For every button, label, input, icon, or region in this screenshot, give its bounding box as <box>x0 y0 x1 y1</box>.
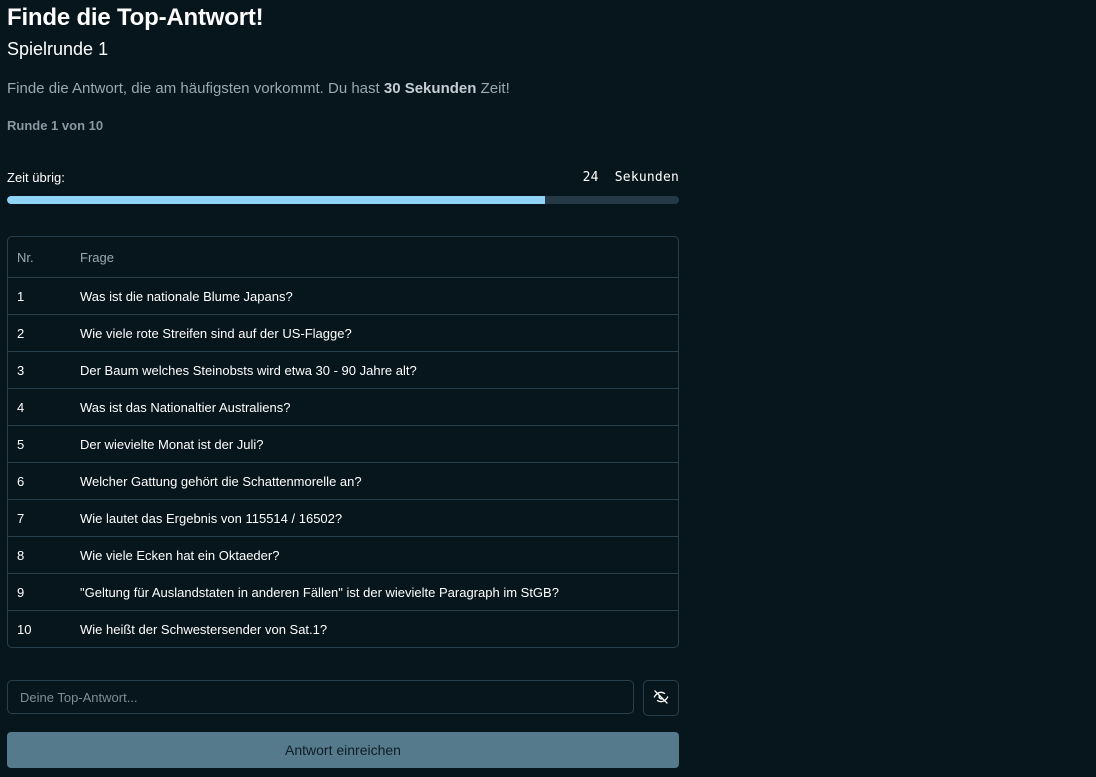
question-text: "Geltung für Auslandstaten in anderen Fä… <box>80 573 678 611</box>
table-row: 7 Wie lautet das Ergebnis von 115514 / 16… <box>8 499 678 537</box>
table-row: 2 Wie viele rote Streifen sind auf der US… <box>8 314 678 352</box>
column-header-nr: Nr. <box>17 249 34 265</box>
question-text: Was ist die nationale Blume Japans? <box>80 277 678 315</box>
question-text: Wie lautet das Ergebnis von 115514 / 165… <box>80 499 678 537</box>
table-row: 8 Wie viele Ecken hat ein Oktaeder? <box>8 536 678 574</box>
timer-readout: 24 Sekunden <box>583 170 679 186</box>
answer-row <box>7 680 679 716</box>
question-text: Wie viele rote Streifen sind auf der US-… <box>80 314 678 352</box>
table-row: 4 Was ist das Nationaltier Australiens? <box>8 388 678 426</box>
question-number: 8 <box>8 536 80 574</box>
question-number: 9 <box>8 573 80 611</box>
question-number: 2 <box>8 314 80 352</box>
answer-input[interactable] <box>7 680 634 714</box>
question-number: 6 <box>8 462 80 500</box>
questions-table: Nr. Frage 1 Was ist die nationale Blume J… <box>7 236 679 648</box>
question-text: Wie viele Ecken hat ein Oktaeder? <box>80 536 678 574</box>
page-title: Finde die Top-Antwort! <box>7 4 264 31</box>
table-row: 9 "Geltung für Auslandstaten in anderen F… <box>8 573 678 611</box>
table-row: 3 Der Baum welches Steinobsts wird etwa 3… <box>8 351 678 389</box>
question-text: Welcher Gattung gehört die Schattenmorel… <box>80 462 678 500</box>
timer-label: Zeit übrig: <box>7 170 65 185</box>
submit-answer-button[interactable]: Antwort einreichen <box>7 732 679 768</box>
instructions-time: 30 Sekunden <box>383 80 477 97</box>
table-row: 5 Der wievielte Monat ist der Juli? <box>8 425 678 463</box>
question-number: 10 <box>8 610 80 647</box>
table-row: 6 Welcher Gattung gehört die Schattenmore… <box>8 462 678 500</box>
timer-progress-fill <box>7 196 545 204</box>
timer-unit: Sekunden <box>614 170 679 185</box>
round-subtitle: Spielrunde 1 <box>7 39 109 59</box>
question-text: Der Baum welches Steinobsts wird etwa 30… <box>80 351 678 389</box>
toggle-visibility-button[interactable] <box>643 680 679 716</box>
question-number: 1 <box>8 277 80 315</box>
timer-row: Zeit übrig: 24 Sekunden <box>7 170 679 186</box>
question-text: Der wievielte Monat ist der Juli? <box>80 425 678 463</box>
eye-off-icon <box>653 689 669 708</box>
table-row: 10 Wie heißt der Schwestersender von Sat.… <box>8 610 678 647</box>
round-counter: Runde 1 von 10 <box>7 118 104 133</box>
question-text: Wie heißt der Schwestersender von Sat.1? <box>80 610 678 647</box>
timer-value: 24 <box>582 170 599 185</box>
table-row: 1 Was ist die nationale Blume Japans? <box>8 277 678 315</box>
instructions-text: Finde die Antwort, die am häufigsten vor… <box>7 80 384 97</box>
timer-progress-bar <box>7 196 679 204</box>
question-number: 5 <box>8 425 80 463</box>
instructions-text-end: Zeit! <box>476 80 510 97</box>
question-number: 3 <box>8 351 80 389</box>
question-text: Was ist das Nationaltier Australiens? <box>80 388 678 426</box>
question-number: 7 <box>8 499 80 537</box>
column-header-frage: Frage <box>80 249 114 265</box>
instructions: Finde die Antwort, die am häufigsten vor… <box>7 79 679 99</box>
game-page: Finde die Top-Antwort! Spielrunde 1 Find… <box>7 0 679 768</box>
table-header-row: Nr. Frage <box>8 237 678 278</box>
question-number: 4 <box>8 388 80 426</box>
